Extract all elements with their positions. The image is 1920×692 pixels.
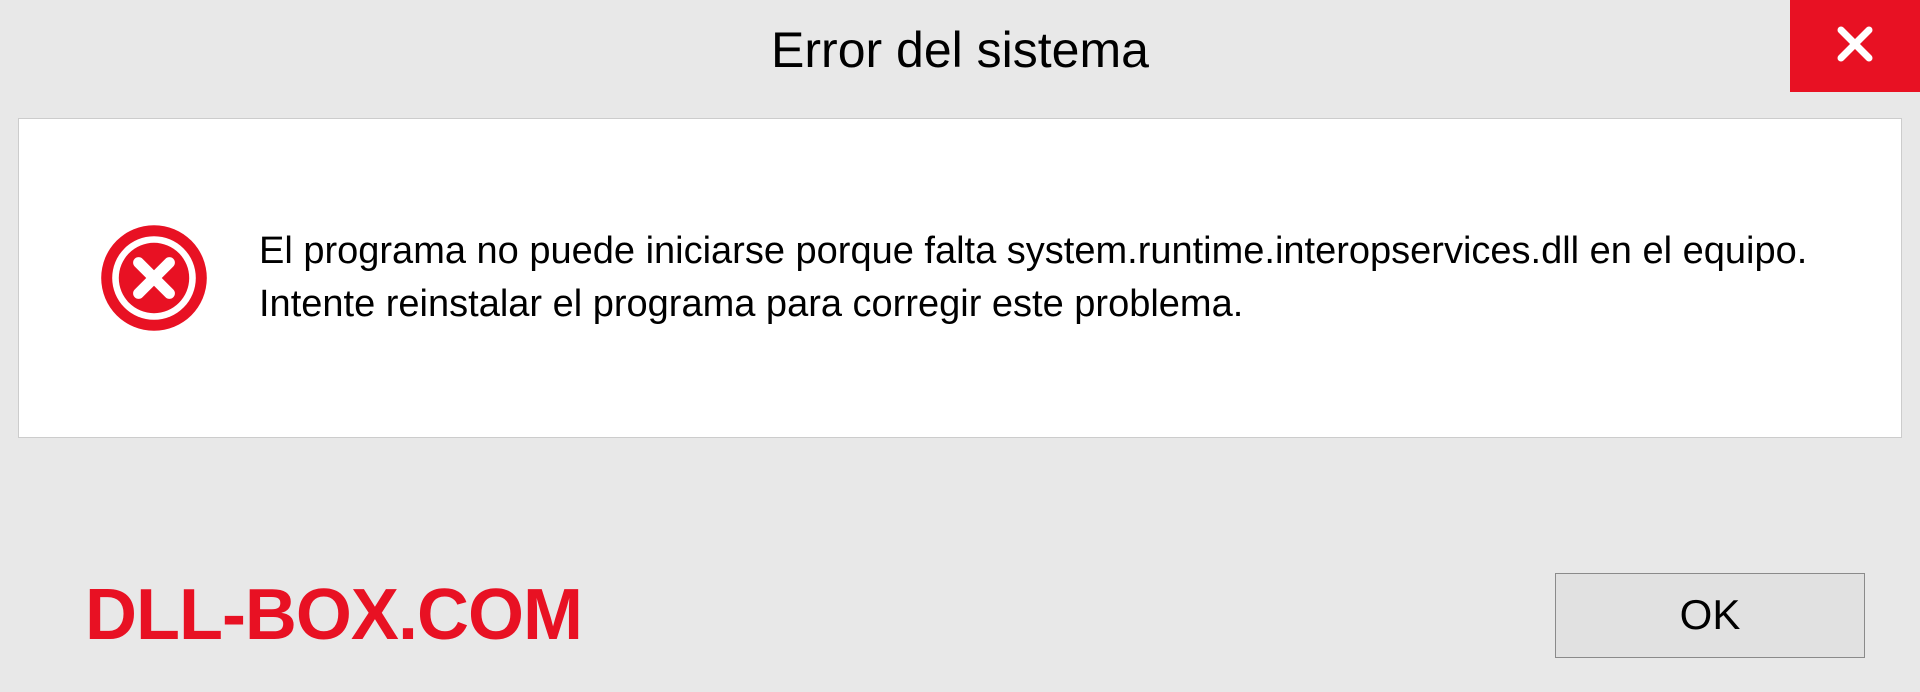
- error-icon: [99, 223, 209, 333]
- content-panel: El programa no puede iniciarse porque fa…: [18, 118, 1902, 438]
- error-message: El programa no puede iniciarse porque fa…: [259, 225, 1831, 331]
- ok-button[interactable]: OK: [1555, 573, 1865, 658]
- watermark-text: DLL-BOX.COM: [85, 574, 582, 656]
- close-icon: [1831, 20, 1879, 73]
- dialog-footer: DLL-BOX.COM OK: [0, 538, 1920, 692]
- close-button[interactable]: [1790, 0, 1920, 92]
- dialog-title: Error del sistema: [771, 21, 1149, 79]
- titlebar: Error del sistema: [0, 0, 1920, 100]
